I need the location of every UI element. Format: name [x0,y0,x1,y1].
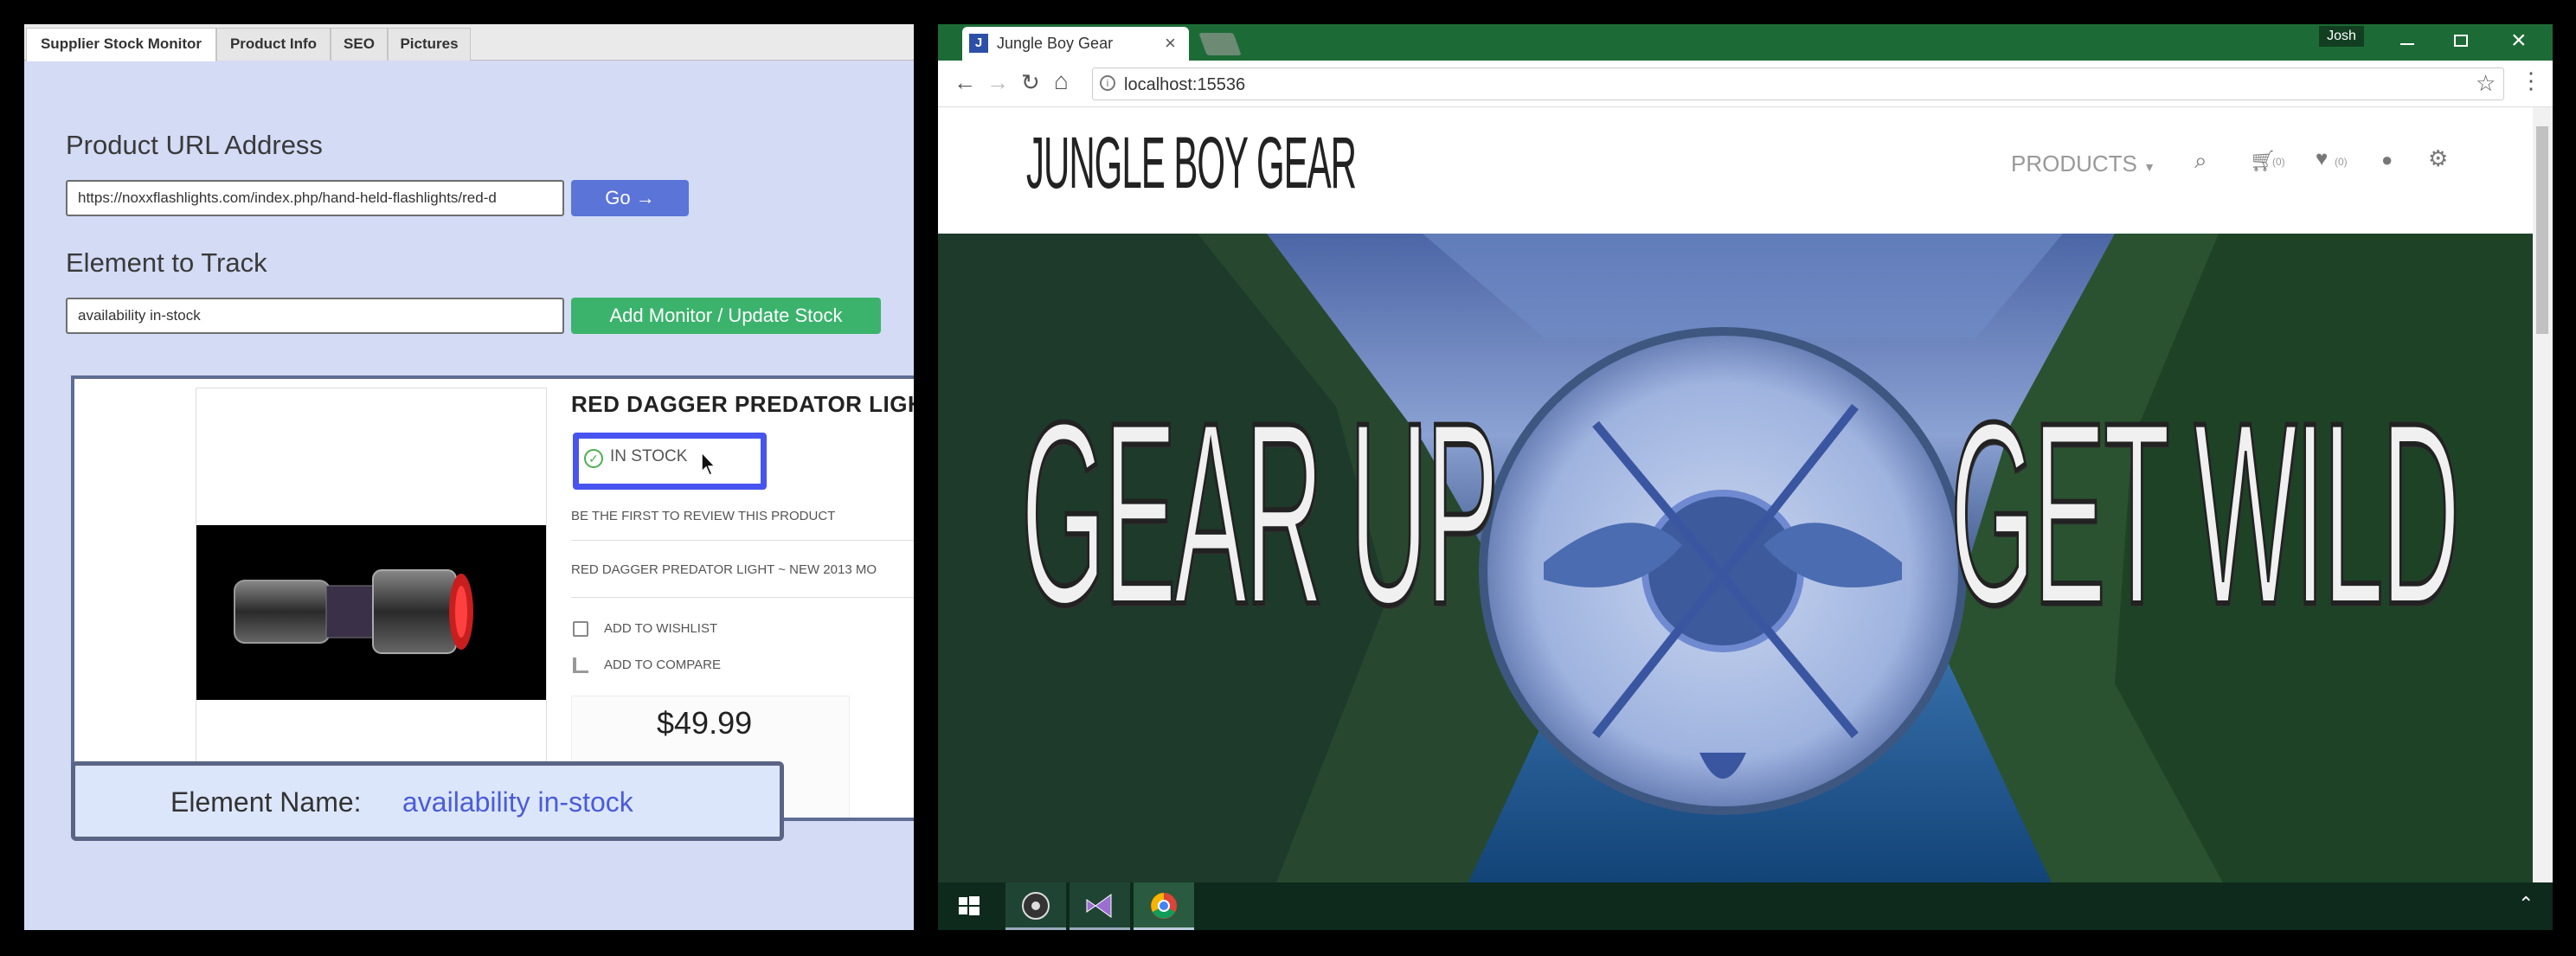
element-name-label: Element Name: [170,786,362,818]
chrome-icon[interactable] [1134,882,1194,930]
visual-studio-icon[interactable] [1070,882,1130,930]
bookmark-star-icon[interactable]: ☆ [2476,70,2496,97]
obs-icon[interactable] [1005,882,1066,930]
info-icon: i [1100,75,1115,91]
review-link[interactable]: BE THE FIRST TO REVIEW THIS PRODUCT [571,509,835,523]
divider [571,597,914,598]
stock-status-text: IN STOCK [610,447,688,465]
tab-bar: Supplier Stock Monitor Product Info SEO … [24,24,914,61]
address-bar[interactable]: i localhost:15536 ☆ [1092,67,2504,100]
tab-supplier-stock-monitor[interactable]: Supplier Stock Monitor [26,28,216,61]
wishlist-heart-icon[interactable]: ♥ [2316,147,2328,171]
add-monitor-button[interactable]: Add Monitor / Update Stock [571,298,881,334]
site-favicon-icon: J [969,34,988,53]
wishlist-count: (0) [2335,156,2348,168]
add-to-wishlist-link[interactable]: ADD TO WISHLIST [604,621,717,636]
product-price: $49.99 [657,705,753,741]
browser-menu-icon[interactable]: ⋮ [2520,67,2542,94]
scrollbar-thumb[interactable] [2536,126,2548,334]
browser-titlebar: J Jungle Boy Gear × Josh × [938,24,2553,61]
hero-left-text: GEAR UP [1020,365,1500,661]
tab-close-icon[interactable]: × [1165,32,1176,55]
divider [571,540,914,541]
products-menu-label: PRODUCTS [2011,151,2137,176]
flashlight-image [196,525,546,700]
settings-gear-icon[interactable]: ⚙ [2428,145,2448,172]
site-header: JUNGLE BOY GEAR PRODUCTS ▼ ⌕ 🛒︎ (0) ♥ (0… [938,107,2533,234]
cart-count: (0) [2272,156,2285,168]
in-stock-highlight: ✓ IN STOCK [573,433,767,490]
close-window-icon[interactable]: × [2511,26,2527,55]
windows-taskbar: ⌃ [938,882,2553,930]
address-text: localhost:15536 [1124,75,1246,94]
element-section-title: Element to Track [66,247,267,278]
wishlist-icon [573,621,588,637]
products-menu[interactable]: PRODUCTS ▼ [2011,151,2155,177]
add-to-compare-link[interactable]: ADD TO COMPARE [604,658,721,672]
hero-right-text: GET WILD [1950,365,2462,661]
browser-window: J Jungle Boy Gear × Josh × ← → ↻ ⌂ i loc… [938,24,2553,930]
element-name-panel: Element Name: availability in-stock [71,761,784,841]
user-profile-badge[interactable]: Josh [2319,26,2364,47]
browser-tab-title: Jungle Boy Gear [997,35,1114,52]
check-circle-icon: ✓ [584,449,603,468]
account-user-icon[interactable]: ● [2381,149,2393,171]
forward-arrow-icon[interactable]: → [986,69,1009,96]
site-logo[interactable]: JUNGLE BOY GEAR [1026,121,1357,205]
chevron-up-icon[interactable]: ⌃ [2518,893,2534,915]
element-to-track-input[interactable]: availability in-stock [66,298,564,334]
element-name-value: availability in-stock [402,786,633,818]
compare-icon [573,658,588,673]
windows-start-icon[interactable] [938,882,999,930]
mouse-cursor-icon [700,451,717,481]
browser-tab[interactable]: J Jungle Boy Gear × [962,27,1189,61]
minimize-icon[interactable] [2400,43,2414,45]
product-short-description: RED DAGGER PREDATOR LIGHT ~ NEW 2013 MO [571,562,877,577]
product-preview-card: RED DAGGER PREDATOR LIGHT ✓ IN STOCK BE … [71,375,914,821]
product-title: RED DAGGER PREDATOR LIGHT [571,391,914,417]
product-url-input[interactable]: https://noxxflashlights.com/index.php/ha… [66,180,564,216]
caret-down-icon: ▼ [2143,160,2155,174]
go-button[interactable]: Go → [571,180,689,216]
reload-icon[interactable]: ↻ [1021,69,1040,96]
restore-icon[interactable] [2454,35,2468,47]
tab-product-info[interactable]: Product Info [216,28,331,61]
page-scrollbar[interactable] [2533,107,2553,907]
search-icon[interactable]: ⌕ [2194,147,2207,175]
hero-banner: GEAR UP GET WILD [938,234,2533,907]
product-image-box [196,388,547,818]
url-section-title: Product URL Address [66,130,323,160]
new-tab-button[interactable] [1198,33,1242,55]
back-arrow-icon[interactable]: ← [954,69,976,96]
stock-monitor-panel: Supplier Stock Monitor Product Info SEO … [24,24,914,930]
tab-seo[interactable]: SEO [331,28,388,61]
home-icon[interactable]: ⌂ [1054,67,1069,95]
browser-toolbar: ← → ↻ ⌂ i localhost:15536 ☆ ⋮ [938,61,2553,107]
tab-pictures[interactable]: Pictures [388,28,471,61]
